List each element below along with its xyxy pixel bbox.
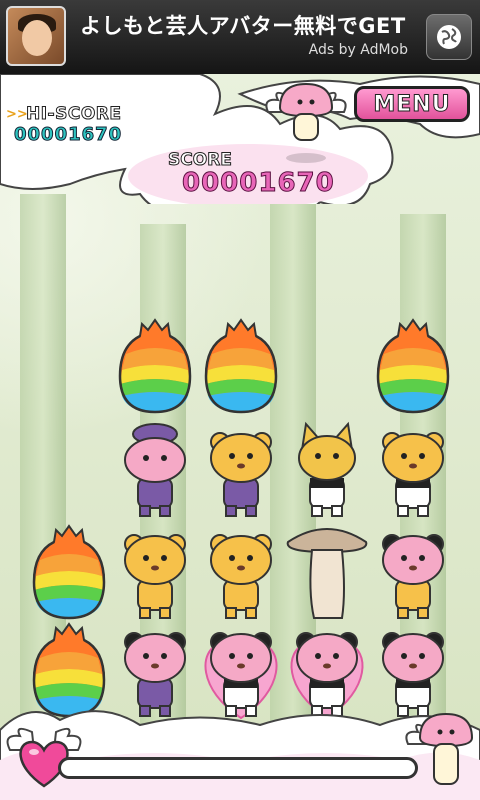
score-value: 00001670	[182, 168, 335, 199]
angel-mushroom-icon	[265, 82, 347, 163]
board-piece-fox[interactable]	[284, 420, 370, 520]
ad-thumbnail[interactable]	[6, 6, 66, 66]
angel-mushroom-corner-icon	[405, 712, 474, 785]
board-piece-mushroom[interactable]	[284, 522, 370, 622]
hiscore-arrow-icon: >>	[6, 107, 28, 122]
hiscore-value: 00001670	[13, 124, 123, 146]
board-piece-egg[interactable]	[112, 316, 198, 416]
board-piece-tiger[interactable]	[112, 522, 198, 622]
ad-title[interactable]: よしもと芸人アバター無料でGET	[80, 10, 406, 40]
score-label: SCORE	[168, 150, 233, 171]
power-gauge	[58, 757, 418, 779]
hiscore-label: HI-SCORE	[25, 104, 122, 125]
board-piece-pink-panda-tiger[interactable]	[370, 522, 456, 622]
board-piece-tiger-panda[interactable]	[370, 420, 456, 520]
board-piece-egg[interactable]	[370, 316, 456, 416]
ad-banner[interactable]: よしもと芸人アバター無料でGET Ads by AdMob	[0, 0, 480, 74]
ad-attribution: Ads by AdMob	[308, 42, 408, 58]
board-piece-tiger[interactable]	[198, 522, 284, 622]
menu-button[interactable]: MENU	[354, 86, 470, 122]
board-piece-tiger-purple[interactable]	[198, 420, 284, 520]
globe-icon[interactable]	[426, 14, 472, 60]
board-piece-pink-purple[interactable]	[112, 420, 198, 520]
board-piece-egg[interactable]	[26, 522, 112, 622]
board-piece-egg[interactable]	[198, 316, 284, 416]
